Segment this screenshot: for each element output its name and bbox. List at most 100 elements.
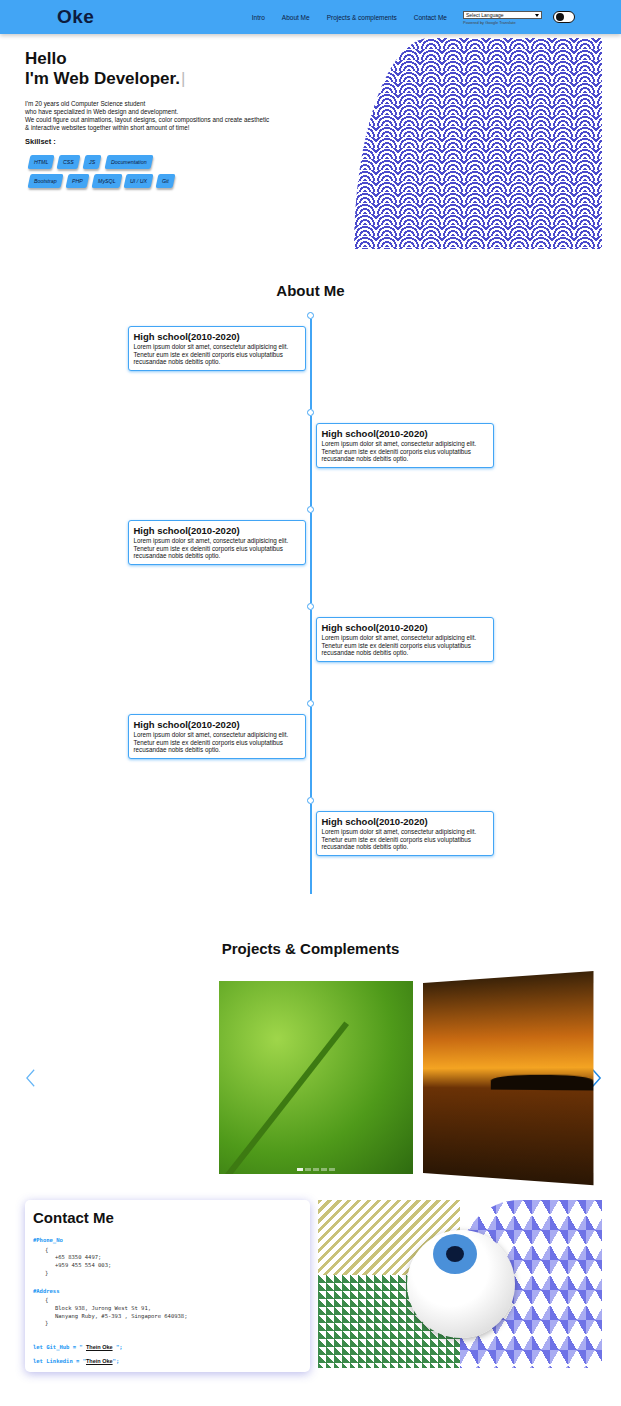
projects-section: Projects & Complements [0, 894, 621, 1175]
project-image[interactable] [423, 970, 593, 1184]
language-select[interactable]: Select Language [463, 11, 542, 19]
timeline-title: High school(2010-2020) [322, 816, 488, 827]
timeline-text: Lorem ipsum dolor sit amet, consectetur … [134, 537, 300, 560]
timeline-row: High school(2010-2020)Lorem ipsum dolor … [128, 409, 494, 506]
contact-line: Nanyang Ruby, #5-393 , Singapore 640938; [33, 1313, 302, 1321]
timeline-axis [306, 603, 316, 700]
dark-mode-toggle[interactable] [553, 11, 575, 23]
grass-stem [219, 1021, 349, 1174]
timeline-right: High school(2010-2020)Lorem ipsum dolor … [316, 797, 494, 894]
contact-link: let Linkedin = "Thein Oke"; [33, 1358, 302, 1364]
timeline-card: High school(2010-2020)Lorem ipsum dolor … [316, 617, 494, 662]
skill-row: BootstrapPHPMySQLUI / UXGit [25, 174, 325, 188]
carousel [0, 980, 621, 1175]
eye-pattern-art [318, 1200, 602, 1368]
carousel-indicator[interactable] [297, 1168, 303, 1171]
timeline-dot [307, 312, 314, 319]
skill-tag: PHP [65, 174, 89, 188]
timeline-title: High school(2010-2020) [134, 331, 300, 342]
timeline-line [310, 319, 312, 409]
powered-by: Powered by Google Translate [463, 20, 542, 25]
intro-paragraph: I'm 20 years old Computer Science studen… [25, 100, 325, 132]
typing-cursor: | [181, 69, 185, 88]
contact-card: Contact Me #Phone_No{+65 8350 4497;+959 4… [25, 1200, 310, 1372]
timeline-axis [306, 797, 316, 894]
contact-label: #Address [33, 1288, 302, 1296]
nav-link[interactable]: About Me [282, 14, 310, 21]
skill-tag: UI / UX [124, 174, 154, 188]
select-label: Select Language [466, 13, 504, 18]
brace: } [33, 1270, 302, 1278]
about-section: About MeHigh school(2010-2020)Lorem ipsu… [0, 260, 621, 894]
link-prefix: let Linkedin = " [33, 1358, 86, 1364]
intro-line: We could figure out animations, layout d… [25, 116, 325, 124]
skillset-label: Skillset : [25, 137, 325, 146]
timeline-card: High school(2010-2020)Lorem ipsum dolor … [128, 326, 306, 371]
profile-link[interactable]: Thein Oke [86, 1344, 113, 1350]
logo[interactable]: Oke [57, 6, 94, 28]
about-title: About Me [0, 282, 621, 300]
skill-tag: Documentation [104, 155, 153, 169]
timeline-card: High school(2010-2020)Lorem ipsum dolor … [316, 811, 494, 856]
timeline-dot [307, 797, 314, 804]
timeline-title: High school(2010-2020) [134, 525, 300, 536]
greeting: Hello [25, 49, 325, 69]
timeline-row: High school(2010-2020)Lorem ipsum dolor … [128, 506, 494, 603]
intro-line: I'm 20 years old Computer Science studen… [25, 100, 325, 108]
iris [433, 1234, 477, 1274]
link-suffix: "; [113, 1358, 120, 1364]
timeline-text: Lorem ipsum dolor sit amet, consectetur … [134, 731, 300, 754]
timeline-title: High school(2010-2020) [134, 719, 300, 730]
timeline-row: High school(2010-2020)Lorem ipsum dolor … [128, 797, 494, 894]
language-picker: Select Language Powered by Google Transla… [463, 11, 542, 25]
carousel-indicator[interactable] [305, 1168, 311, 1171]
skill-tag: MySQL [91, 174, 122, 188]
skill-tag: Git [156, 174, 176, 188]
island-silhouette [491, 1074, 594, 1090]
contact-section: Contact Me #Phone_No{+65 8350 4497;+959 4… [0, 1200, 621, 1390]
skill-tag: JS [83, 155, 102, 169]
timeline-right: High school(2010-2020)Lorem ipsum dolor … [316, 409, 494, 506]
timeline-axis [306, 312, 316, 409]
projects-title: Projects & Complements [0, 940, 621, 958]
brace: } [33, 1320, 302, 1328]
contact-links: let Git_Hub = " Thein Oke ";let Linkedin… [33, 1344, 302, 1364]
carousel-indicator[interactable] [321, 1168, 327, 1171]
headline: I'm Web Developer.| [25, 69, 325, 89]
timeline-text: Lorem ipsum dolor sit amet, consectetur … [322, 440, 488, 463]
carousel-indicator[interactable] [329, 1168, 335, 1171]
nav-link[interactable]: Intro [252, 14, 265, 21]
intro-line: & interactive websites together within s… [25, 124, 325, 132]
timeline-line [310, 610, 312, 700]
caret-icon [535, 14, 539, 17]
contact-link: let Git_Hub = " Thein Oke "; [33, 1344, 302, 1350]
brace: { [33, 1297, 302, 1305]
nav-link[interactable]: Contact Me [414, 14, 447, 21]
timeline-axis [306, 409, 316, 506]
contact-block: #Address{Block 938, Jurong West St 91,Na… [33, 1288, 302, 1329]
slide-wrap [423, 983, 587, 1173]
timeline-text: Lorem ipsum dolor sit amet, consectetur … [322, 634, 488, 657]
timeline: High school(2010-2020)Lorem ipsum dolor … [128, 312, 494, 894]
profile-link[interactable]: Thein Oke [86, 1358, 113, 1364]
nav-link[interactable]: Projects & complements [327, 14, 397, 21]
timeline-dot [307, 700, 314, 707]
contact-block: #Phone_No{+65 8350 4497;+959 455 554 003… [33, 1237, 302, 1278]
timeline-dot [307, 603, 314, 610]
timeline-left: High school(2010-2020)Lorem ipsum dolor … [128, 506, 306, 603]
timeline-text: Lorem ipsum dolor sit amet, consectetur … [134, 343, 300, 366]
timeline-card: High school(2010-2020)Lorem ipsum dolor … [316, 423, 494, 468]
link-prefix: let Git_Hub = " [33, 1344, 86, 1350]
chevron-left-icon[interactable] [25, 1068, 36, 1088]
carousel-indicator[interactable] [313, 1168, 319, 1171]
timeline-left: High school(2010-2020)Lorem ipsum dolor … [128, 312, 306, 409]
skill-row: HTMLCSSJSDocumentation [25, 155, 325, 169]
contact-title: Contact Me [33, 1209, 302, 1227]
carousel-indicators [219, 1168, 413, 1171]
toggle-knob [556, 13, 564, 21]
slides [36, 980, 591, 1175]
timeline-right: High school(2010-2020)Lorem ipsum dolor … [316, 603, 494, 700]
project-image[interactable] [219, 981, 413, 1174]
